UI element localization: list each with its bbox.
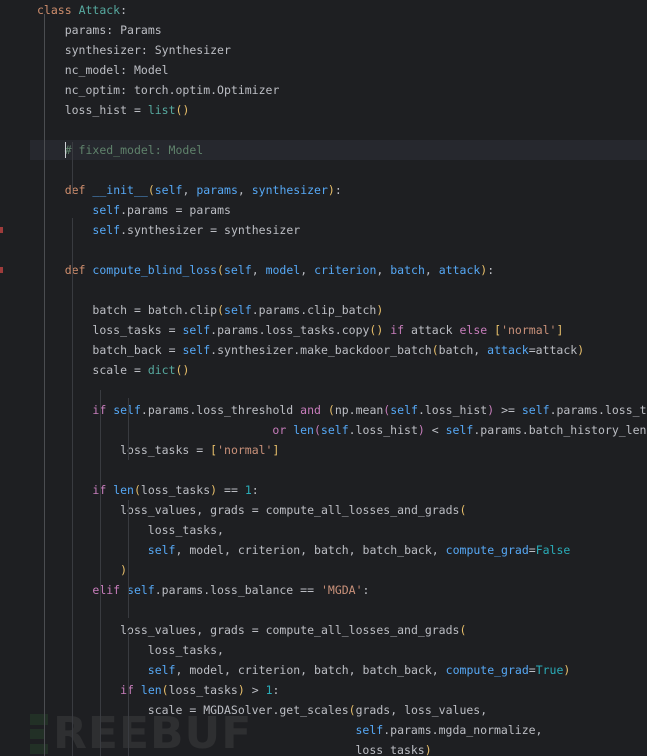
- code-line-text: self, model, criterion, batch, batch_bac…: [147, 543, 571, 557]
- indent-guide: [128, 630, 129, 756]
- text-caret: [64, 142, 67, 158]
- code-line-text: self.params = params: [92, 203, 231, 217]
- code-line[interactable]: [0, 280, 647, 300]
- code-line[interactable]: [0, 120, 647, 140]
- code-line[interactable]: if len(loss_tasks) == 1:: [0, 480, 647, 500]
- code-line-text: nc_model: Model: [64, 63, 169, 77]
- code-line[interactable]: nc_optim: torch.optim.Optimizer: [0, 80, 647, 100]
- code-editor[interactable]: REEBUF class Attack: params: Params synt…: [0, 0, 647, 756]
- code-line-text: loss_values, grads = compute_all_losses_…: [120, 503, 467, 517]
- code-line[interactable]: [0, 160, 647, 180]
- code-line-text: ): [120, 563, 128, 577]
- code-line[interactable]: def __init__(self, params, synthesizer):: [0, 180, 647, 200]
- code-line[interactable]: def compute_blind_loss(self, model, crit…: [0, 260, 647, 280]
- code-line[interactable]: [0, 380, 647, 400]
- code-line-text: def compute_blind_loss(self, model, crit…: [64, 263, 495, 277]
- code-line[interactable]: [0, 240, 647, 260]
- code-line-text: loss_tasks,: [147, 523, 224, 537]
- indent-guide: [100, 390, 101, 756]
- code-line-text: loss_tasks = ['normal']: [120, 443, 280, 457]
- code-line[interactable]: loss_values, grads = compute_all_losses_…: [0, 620, 647, 640]
- code-line[interactable]: loss_tasks = self.params.loss_tasks.copy…: [0, 320, 647, 340]
- code-line[interactable]: batch = batch.clip(self.params.clip_batc…: [0, 300, 647, 320]
- code-line-text: class Attack:: [37, 3, 128, 17]
- code-line[interactable]: [0, 460, 647, 480]
- code-line[interactable]: loss_values, grads = compute_all_losses_…: [0, 500, 647, 520]
- code-line-text: self.synthesizer = synthesizer: [92, 223, 301, 237]
- code-line[interactable]: self.params.mgda_normalize,: [0, 720, 647, 740]
- code-line-text: loss_tasks,: [147, 643, 224, 657]
- code-line-text: loss_tasks = self.params.loss_tasks.copy…: [92, 323, 564, 337]
- code-line[interactable]: class Attack:: [0, 0, 647, 20]
- code-line[interactable]: loss_tasks): [0, 740, 647, 756]
- code-line[interactable]: self.params = params: [0, 200, 647, 220]
- code-line[interactable]: nc_model: Model: [0, 60, 647, 80]
- code-line-text: batch = batch.clip(self.params.clip_batc…: [92, 303, 384, 317]
- code-line[interactable]: loss_hist = list(): [0, 100, 647, 120]
- change-marker[interactable]: [0, 227, 3, 233]
- code-content[interactable]: class Attack: params: Params synthesizer…: [0, 0, 647, 756]
- code-line[interactable]: if len(loss_tasks) > 1:: [0, 680, 647, 700]
- code-line[interactable]: self.synthesizer = synthesizer: [0, 220, 647, 240]
- code-line-text: params: Params: [64, 23, 162, 37]
- code-line-text: self.params.mgda_normalize,: [355, 723, 543, 737]
- code-line-text: synthesizer: Synthesizer: [64, 43, 231, 57]
- indent-guide: [128, 500, 129, 618]
- code-line-text: # fixed_model: Model: [64, 143, 204, 157]
- code-line[interactable]: # fixed_model: Model: [0, 140, 647, 160]
- code-line[interactable]: synthesizer: Synthesizer: [0, 40, 647, 60]
- code-line-text: if len(loss_tasks) == 1:: [92, 483, 259, 497]
- editor-gutter[interactable]: [0, 0, 30, 756]
- code-line[interactable]: params: Params: [0, 20, 647, 40]
- code-line[interactable]: loss_tasks = ['normal']: [0, 440, 647, 460]
- code-line-text: loss_hist = list(): [64, 103, 190, 117]
- indent-guide: [72, 142, 73, 194]
- code-line-text: loss_values, grads = compute_all_losses_…: [120, 623, 467, 637]
- code-line-text: batch_back = self.synthesizer.make_backd…: [92, 343, 585, 357]
- code-line-text: scale = dict(): [92, 363, 190, 377]
- code-line[interactable]: self, model, criterion, batch, batch_bac…: [0, 660, 647, 680]
- code-line[interactable]: scale = MGDASolver.get_scales(grads, los…: [0, 700, 647, 720]
- code-line[interactable]: self, model, criterion, batch, batch_bac…: [0, 540, 647, 560]
- code-line-text: self, model, criterion, batch, batch_bac…: [147, 663, 571, 677]
- indent-guide: [72, 218, 73, 756]
- code-line-text: nc_optim: torch.optim.Optimizer: [64, 83, 280, 97]
- code-line[interactable]: scale = dict(): [0, 360, 647, 380]
- code-line[interactable]: or len(self.loss_hist) < self.params.bat…: [0, 420, 647, 440]
- code-line-text: elif self.params.loss_balance == 'MGDA':: [92, 583, 370, 597]
- code-line[interactable]: batch_back = self.synthesizer.make_backd…: [0, 340, 647, 360]
- code-line[interactable]: if self.params.loss_threshold and (np.me…: [0, 400, 647, 420]
- code-line[interactable]: [0, 600, 647, 620]
- code-line-text: loss_tasks): [355, 743, 432, 756]
- code-line[interactable]: ): [0, 560, 647, 580]
- code-line[interactable]: loss_tasks,: [0, 520, 647, 540]
- code-line[interactable]: loss_tasks,: [0, 640, 647, 660]
- change-marker[interactable]: [0, 267, 3, 273]
- code-line-text: if len(loss_tasks) > 1:: [120, 683, 280, 697]
- indent-guide: [128, 398, 129, 460]
- code-line-text: scale = MGDASolver.get_scales(grads, los…: [147, 703, 488, 717]
- code-line[interactable]: elif self.params.loss_balance == 'MGDA':: [0, 580, 647, 600]
- code-line-text: def __init__(self, params, synthesizer):: [64, 183, 342, 197]
- indent-guide: [44, 14, 45, 756]
